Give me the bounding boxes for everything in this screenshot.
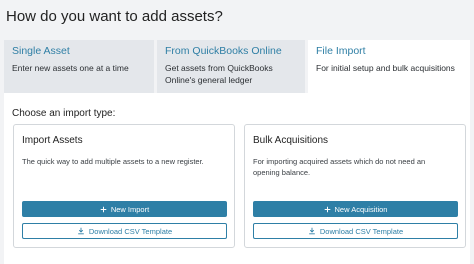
file-import-panel: Choose an import type: Import Assets The… [4, 93, 470, 264]
download-csv-template-button[interactable]: Download CSV Template [253, 223, 458, 239]
tab-description: Enter new assets one at a time [12, 63, 129, 73]
new-import-button[interactable]: New Import [22, 201, 227, 217]
tab-quickbooks-online[interactable]: From QuickBooks Online Get assets from Q… [157, 40, 305, 93]
card-description: The quick way to add multiple assets to … [22, 157, 204, 166]
card-title: Bulk Acquisitions [253, 135, 329, 146]
card-title: Import Assets [22, 135, 83, 146]
button-label: Download CSV Template [88, 226, 173, 236]
tab-single-asset[interactable]: Single Asset Enter new assets one at a t… [4, 40, 154, 93]
plus-icon [100, 206, 107, 213]
button-label: New Import [110, 204, 150, 214]
tab-title: Single Asset [12, 45, 70, 57]
card-description: For importing acquired assets which do n… [253, 157, 426, 177]
plus-icon [324, 206, 331, 213]
import-assets-card: Import Assets The quick way to add multi… [13, 124, 235, 248]
bulk-acquisitions-card: Bulk Acquisitions For importing acquired… [244, 124, 466, 248]
tab-description: Get assets from QuickBooks Online's gene… [165, 63, 273, 85]
download-icon [308, 227, 316, 235]
import-method-tabs: Single Asset Enter new assets one at a t… [4, 40, 470, 93]
tab-title: From QuickBooks Online [165, 45, 282, 57]
download-csv-template-button[interactable]: Download CSV Template [22, 223, 227, 239]
download-icon [77, 227, 85, 235]
import-type-label: Choose an import type: [12, 108, 116, 119]
tab-file-import[interactable]: File Import For initial setup and bulk a… [308, 40, 470, 93]
new-acquisition-button[interactable]: New Acquisition [253, 201, 458, 217]
page-title: How do you want to add assets? [6, 8, 223, 25]
tab-description: For initial setup and bulk acquisitions [316, 63, 455, 73]
tab-title: File Import [316, 45, 366, 57]
button-label: New Acquisition [334, 204, 388, 214]
button-label: Download CSV Template [319, 226, 404, 236]
